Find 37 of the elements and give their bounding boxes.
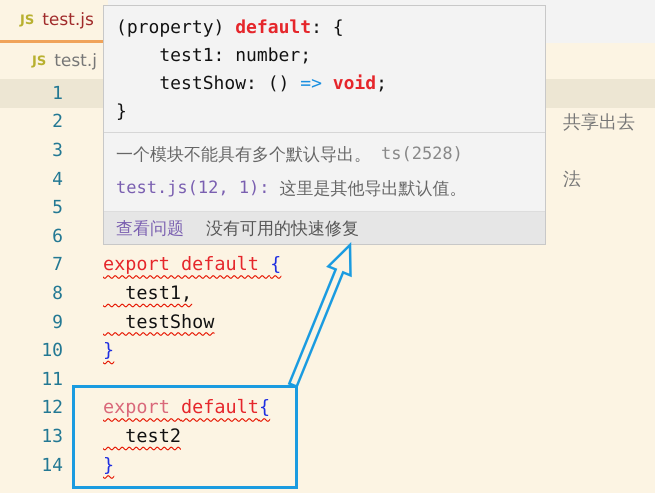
related-message: 这里是其他导出默认值。 [280,178,467,200]
quick-fix-status: 没有可用的快速修复 [206,218,359,240]
breadcrumb-item[interactable]: test.j [54,51,97,71]
comment-text: 共享出去 [563,110,635,134]
code-line: export default { [103,254,282,276]
line-number: 5 [51,197,63,218]
line-number: 14 [40,454,63,476]
type-signature-line: test1: number; [158,44,312,68]
comment-text: 法 [563,168,581,192]
line-number: 2 [51,111,63,132]
code-line: } [103,454,114,476]
code-line: testShow [124,312,214,333]
code-line: test1, [124,282,192,304]
line-number: 11 [40,368,63,390]
js-file-icon: JS [32,54,46,68]
type-signature-line: testShow: () => void; [158,72,388,96]
code-line: test2 [124,426,181,447]
code-line: export default{ [103,397,270,418]
line-number: 1 [51,82,63,104]
line-number: 12 [40,397,63,418]
type-signature-line: } [116,100,128,124]
js-file-icon: JS [20,12,34,28]
related-location-link[interactable]: test.js(12, 1): [116,178,270,198]
error-code: ts(2528) [381,144,463,164]
view-problem-link[interactable]: 查看问题 [116,216,184,240]
line-number: 7 [51,254,63,276]
line-number: 4 [51,168,63,190]
line-number: 3 [51,140,63,161]
line-number: 6 [51,226,63,247]
line-number: 9 [51,312,63,333]
line-number: 10 [40,340,63,362]
line-number: 13 [40,426,63,447]
type-signature-line: (property) default: { [116,16,345,40]
code-line: } [103,340,114,362]
error-message: 一个模块不能具有多个默认导出。 [116,144,371,166]
line-number: 8 [51,282,63,304]
editor-tab[interactable]: JS test.js [0,0,108,43]
